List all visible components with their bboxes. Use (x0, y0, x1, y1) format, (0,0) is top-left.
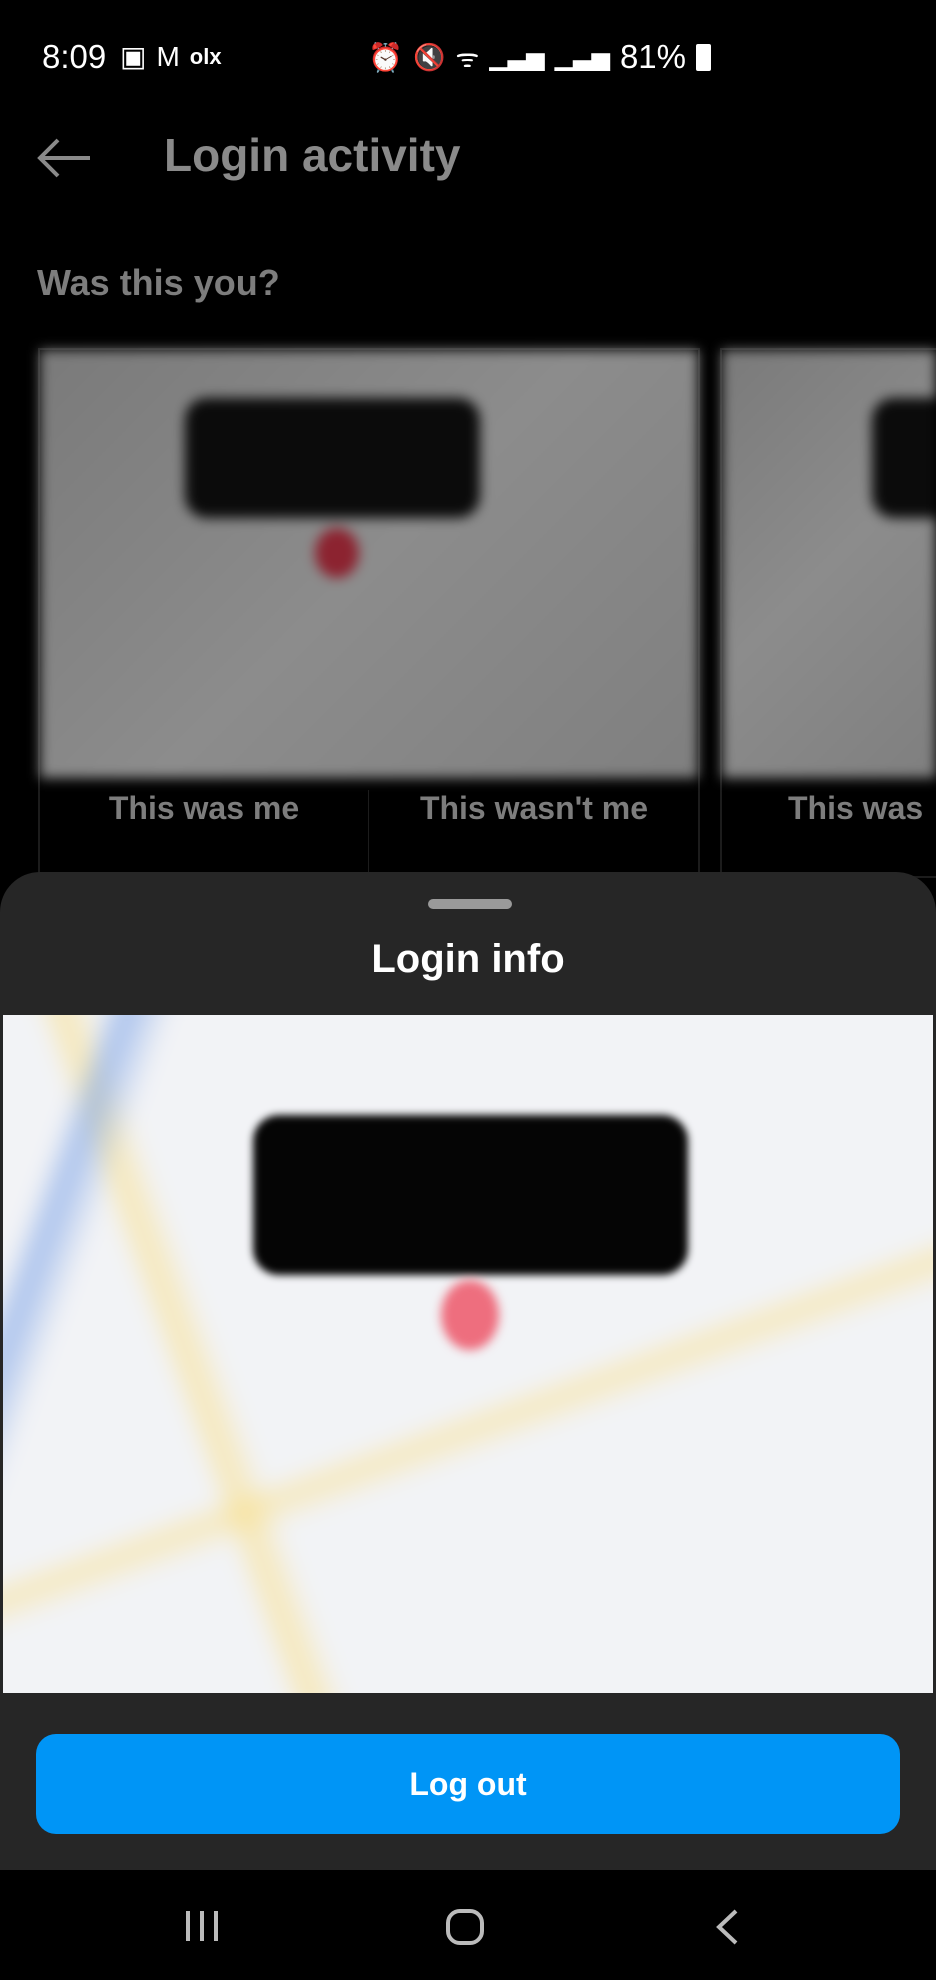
signal-icon: ▁▃▅ (489, 43, 545, 71)
section-title: Was this you? (37, 262, 280, 303)
status-time: 8:09 (42, 38, 107, 75)
gallery-icon: ▣ (120, 41, 147, 72)
log-out-button[interactable]: Log out (36, 1734, 900, 1834)
sheet-title: Login info (371, 937, 565, 981)
olx-icon: olx (189, 43, 222, 69)
login-location-map[interactable] (3, 1015, 933, 1693)
login-map-thumbnail[interactable] (40, 350, 698, 778)
status-bar: 8:09 ▣ M olx ⏰ 🔇 ᯤ ▁▃▅ ▁▃▅ 81% (0, 0, 936, 110)
recent-apps-icon[interactable] (184, 1908, 220, 1944)
map-pin-icon (441, 1280, 499, 1350)
this-was-me-button[interactable]: This was (788, 790, 936, 827)
alarm-icon: ⏰ (368, 41, 404, 73)
battery-icon (696, 43, 711, 71)
navigation-bar (0, 1870, 936, 1980)
page-title: Login activity (164, 129, 461, 181)
wifi-icon: ᯤ (455, 43, 480, 73)
battery-text: 81% (619, 38, 686, 75)
this-wasnt-me-button[interactable]: This wasn't me (370, 790, 698, 827)
login-card: This was me This wasn't me (38, 348, 700, 878)
back-icon[interactable] (714, 1908, 740, 1946)
login-map-thumbnail[interactable] (722, 350, 936, 778)
gmail-icon: M (156, 40, 180, 72)
this-was-me-button[interactable]: This was me (40, 790, 368, 827)
mute-icon: 🔇 (413, 41, 446, 72)
login-card: This was (720, 348, 936, 878)
back-arrow-icon[interactable] (36, 138, 92, 178)
sheet-drag-handle[interactable] (428, 899, 512, 909)
signal-icon: ▁▃▅ (554, 43, 610, 71)
home-icon[interactable] (445, 1908, 485, 1946)
map-pin-icon (315, 528, 359, 578)
